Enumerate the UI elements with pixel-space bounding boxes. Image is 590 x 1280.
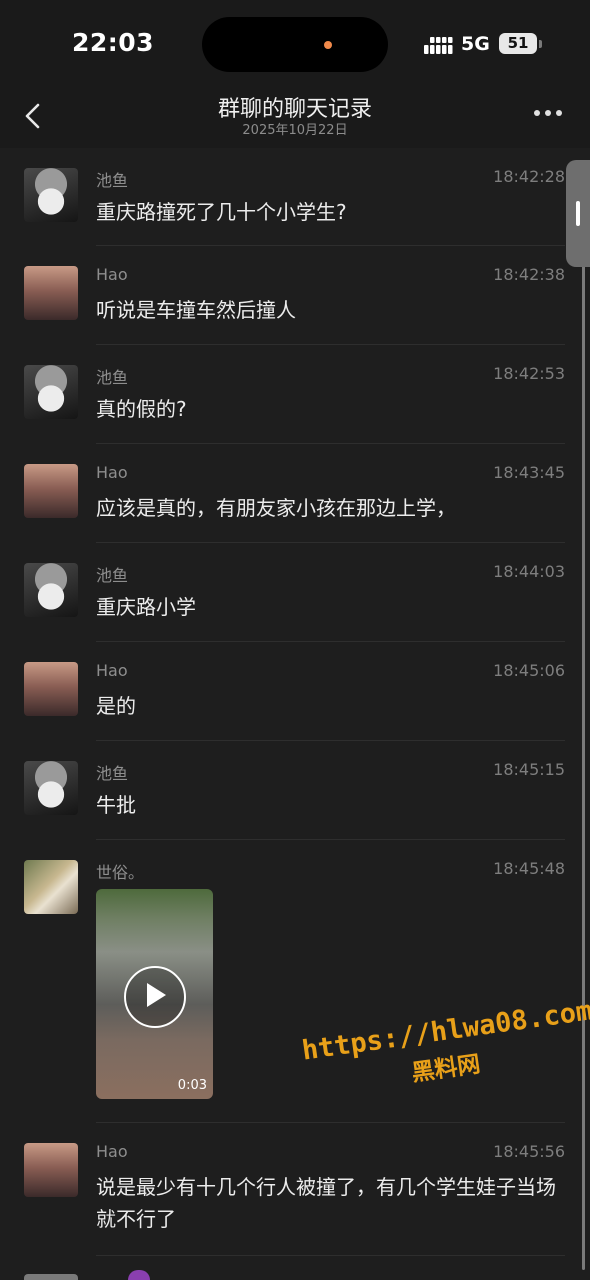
message-item[interactable]: 池鱼 18:45:15 牛批 xyxy=(0,741,590,840)
photo-avatar[interactable] xyxy=(24,860,78,914)
scroll-grip-icon xyxy=(576,201,580,226)
play-icon[interactable] xyxy=(124,966,186,1028)
scrollbar-handle[interactable] xyxy=(566,160,590,267)
status-bar: 22:03 5G 51 xyxy=(0,0,590,88)
message-time: 18:42:38 xyxy=(493,265,565,284)
video-duration: 0:03 xyxy=(177,1078,207,1093)
sunset-avatar[interactable] xyxy=(24,266,78,320)
anime-avatar[interactable] xyxy=(24,168,78,222)
message-time: 18:45:06 xyxy=(493,661,565,680)
status-time: 22:03 xyxy=(72,28,155,57)
message-time: 18:45:48 xyxy=(493,859,565,878)
recording-indicator-icon xyxy=(324,41,332,49)
message-item[interactable]: Hao 18:42:38 听说是车撞车然后撞人 xyxy=(0,246,590,345)
sender-name: 池鱼 xyxy=(96,368,129,387)
message-text: 应该是真的，有朋友家小孩在那边上学， xyxy=(96,496,456,520)
avatar xyxy=(24,1274,78,1280)
message-item[interactable]: Hao 18:45:06 是的 xyxy=(0,642,590,741)
sender-name: 世俗。 xyxy=(96,863,145,882)
sender-name: Hao xyxy=(96,1142,128,1161)
message-item[interactable]: 世俗。 18:45:48 xyxy=(0,840,590,1123)
message-text: 听说是车撞车然后撞人 xyxy=(96,298,296,322)
message-text: 说是最少有十几个行人被撞了，有几个学生娃子当场就不行了 xyxy=(96,1175,556,1231)
divider xyxy=(96,1255,565,1256)
sender-name: 池鱼 xyxy=(96,566,129,585)
video-thumbnail[interactable]: 0:03 xyxy=(96,889,213,1099)
battery-level-icon: 51 xyxy=(499,33,537,54)
message-text: 牛批 xyxy=(96,793,136,817)
nav-bar: 群聊的聊天记录 2025年10月22日 xyxy=(0,88,590,148)
message-text: 真的假的? xyxy=(96,397,187,421)
battery-tip xyxy=(539,40,542,48)
signal-strength-icon xyxy=(424,37,453,54)
message-item[interactable]: Hao 18:43:45 应该是真的，有朋友家小孩在那边上学， xyxy=(0,444,590,543)
message-text: 是的 xyxy=(96,694,136,718)
anime-avatar[interactable] xyxy=(24,761,78,815)
message-item[interactable]: Hao 18:45:56 说是最少有十几个行人被撞了，有几个学生娃子当场就不行了 xyxy=(0,1123,590,1256)
dynamic-island xyxy=(202,17,388,72)
sender-name: Hao xyxy=(96,661,128,680)
sender-name: 池鱼 xyxy=(96,171,129,190)
message-time: 18:42:53 xyxy=(493,364,565,383)
anime-avatar[interactable] xyxy=(24,563,78,617)
more-options-icon[interactable] xyxy=(534,110,564,118)
network-type: 5G xyxy=(461,33,490,55)
devil-emoji-icon xyxy=(128,1270,150,1280)
chat-history-list[interactable]: 池鱼 18:42:28 重庆路撞死了几十个小学生? Hao 18:42:38 听… xyxy=(0,148,590,1280)
message-item[interactable]: 池鱼 18:42:28 重庆路撞死了几十个小学生? xyxy=(0,148,590,246)
anime-avatar[interactable] xyxy=(24,365,78,419)
sunset-avatar[interactable] xyxy=(24,1143,78,1197)
message-time: 18:42:28 xyxy=(493,167,565,186)
message-time: 18:43:45 xyxy=(493,463,565,482)
page-subtitle-date: 2025年10月22日 xyxy=(242,123,348,138)
message-time: 18:44:03 xyxy=(493,562,565,581)
sender-name: 池鱼 xyxy=(96,764,129,783)
next-message-peek xyxy=(0,1268,590,1280)
message-text: 重庆路撞死了几十个小学生? xyxy=(96,200,347,224)
message-item[interactable]: 池鱼 18:44:03 重庆路小学 xyxy=(0,543,590,642)
scrollbar-track[interactable] xyxy=(582,180,585,1270)
sender-name: Hao xyxy=(96,463,128,482)
sunset-avatar[interactable] xyxy=(24,464,78,518)
message-text: 重庆路小学 xyxy=(96,595,196,619)
message-time: 18:45:15 xyxy=(493,760,565,779)
sunset-avatar[interactable] xyxy=(24,662,78,716)
sender-name: Hao xyxy=(96,265,128,284)
message-time: 18:45:56 xyxy=(493,1142,565,1161)
message-item[interactable]: 池鱼 18:42:53 真的假的? xyxy=(0,345,590,444)
